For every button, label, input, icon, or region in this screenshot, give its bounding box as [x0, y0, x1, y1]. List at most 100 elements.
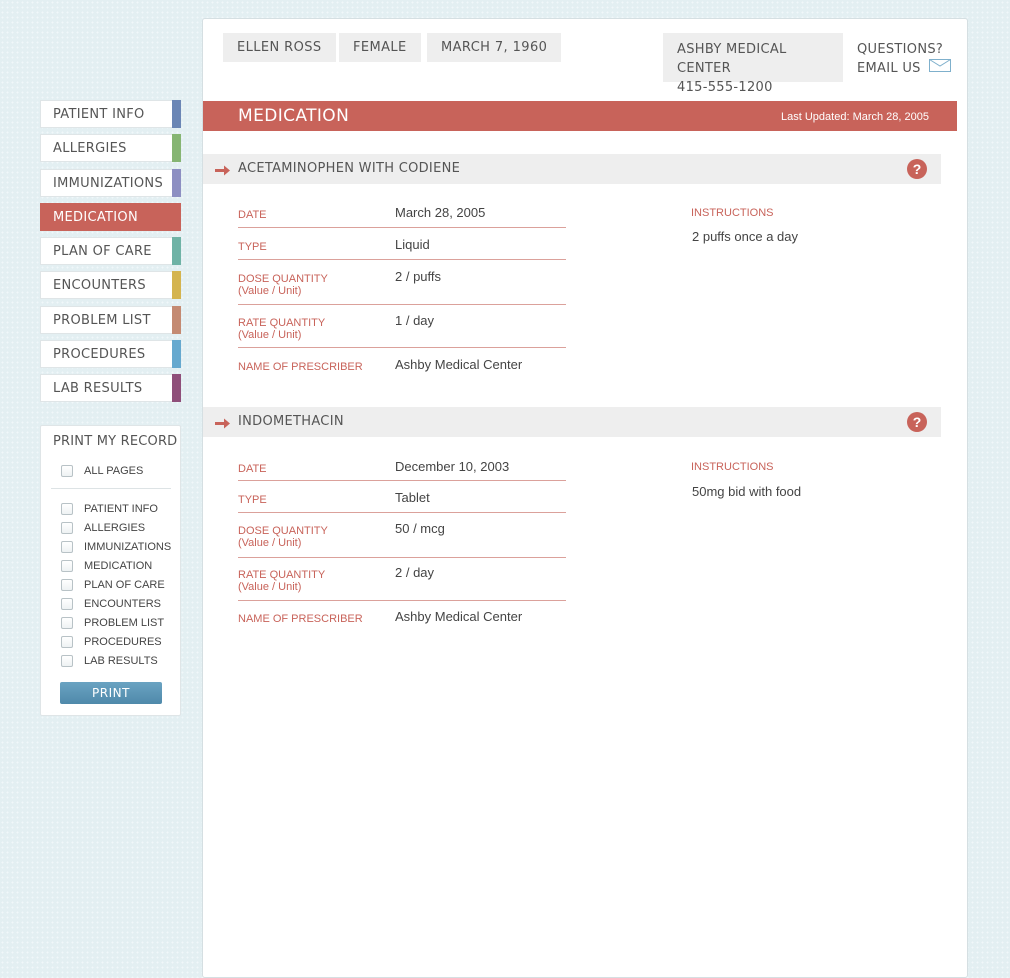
- main-panel: ELLEN ROSS FEMALE MARCH 7, 1960 ASHBY ME…: [202, 18, 968, 978]
- field-value: December 10, 2003: [395, 459, 510, 474]
- instructions-label: INSTRUCTIONS: [691, 461, 774, 473]
- nav-item-label: PROBLEM LIST: [53, 312, 151, 328]
- field-rate-quantity: RATE QUANTITY (Value / Unit) 2 / day: [238, 565, 566, 601]
- field-value: Ashby Medical Center: [395, 609, 523, 624]
- field-rate-quantity: RATE QUANTITY (Value / Unit) 1 / day: [238, 313, 566, 348]
- field-type: TYPE Liquid: [238, 237, 566, 260]
- print-option-label: LAB RESULTS: [84, 655, 158, 667]
- lab-results-checkbox[interactable]: [61, 655, 73, 667]
- nav-item-encounters[interactable]: ENCOUNTERS: [40, 271, 181, 300]
- questions-label: QUESTIONS?: [857, 42, 944, 57]
- nav-item-immunizations[interactable]: IMMUNIZATIONS: [40, 168, 181, 197]
- allergies-checkbox[interactable]: [61, 522, 73, 534]
- nav-item-allergies[interactable]: ALLERGIES: [40, 134, 181, 163]
- field-date: DATE March 28, 2005: [238, 205, 566, 228]
- nav-color-tab: [172, 271, 181, 300]
- medication-name: ACETAMINOPHEN WITH CODIENE: [238, 161, 461, 176]
- nav-item-label: MEDICATION: [53, 209, 138, 225]
- print-record-panel: PRINT MY RECORD ALL PAGES PATIENT INFO A…: [40, 425, 181, 716]
- print-option-label: PLAN OF CARE: [84, 579, 165, 591]
- procedures-checkbox[interactable]: [61, 636, 73, 648]
- nav-item-label: PATIENT INFO: [53, 107, 145, 122]
- nav-color-tab: [172, 340, 181, 369]
- field-label: RATE QUANTITY (Value / Unit): [238, 569, 326, 593]
- field-value: Liquid: [395, 237, 430, 252]
- print-option: PROCEDURES: [61, 635, 162, 649]
- nav-item-problem-list[interactable]: PROBLEM LIST: [40, 305, 181, 334]
- nav-color-tab: [172, 202, 181, 231]
- field-label: TYPE: [238, 241, 267, 253]
- print-option: MEDICATION: [61, 559, 152, 573]
- medication-name: INDOMETHACIN: [238, 414, 344, 429]
- print-option-label: ALLERGIES: [84, 522, 146, 534]
- print-option: PLAN OF CARE: [61, 578, 165, 592]
- field-label: RATE QUANTITY (Value / Unit): [238, 317, 326, 341]
- print-button[interactable]: PRINT: [60, 682, 162, 704]
- instructions-value: 2 puffs once a day: [692, 229, 799, 244]
- problem-list-checkbox[interactable]: [61, 617, 73, 629]
- print-panel-title: PRINT MY RECORD: [53, 434, 178, 449]
- nav-color-tab: [172, 237, 181, 266]
- nav-item-label: ALLERGIES: [53, 141, 127, 157]
- print-option: ALLERGIES: [61, 521, 145, 535]
- email-us-label: EMAIL US: [857, 61, 921, 76]
- patient-dob: MARCH 7, 1960: [427, 33, 562, 62]
- field-prescriber: NAME OF PRESCRIBER Ashby Medical Center: [238, 357, 566, 377]
- field-label: NAME OF PRESCRIBER: [238, 613, 363, 625]
- print-option-label: IMMUNIZATIONS: [84, 541, 172, 553]
- help-icon[interactable]: ?: [907, 412, 927, 432]
- arrow-right-icon: [215, 163, 230, 181]
- field-prescriber: NAME OF PRESCRIBER Ashby Medical Center: [238, 609, 566, 629]
- patient-gender: FEMALE: [339, 33, 421, 62]
- nav-color-tab: [172, 134, 181, 163]
- field-label: DATE: [238, 463, 267, 475]
- nav-item-medication[interactable]: MEDICATION: [40, 202, 181, 231]
- field-label: TYPE: [238, 494, 267, 506]
- medical-center-phone: 415-555-1200: [677, 80, 773, 95]
- instructions-label: INSTRUCTIONS: [691, 207, 774, 219]
- nav-color-tab: [172, 374, 181, 403]
- email-us-link[interactable]: EMAIL US: [857, 59, 951, 78]
- nav-item-lab-results[interactable]: LAB RESULTS: [40, 374, 181, 403]
- nav-item-plan-of-care[interactable]: PLAN OF CARE: [40, 237, 181, 266]
- all-pages-checkbox[interactable]: [61, 465, 73, 477]
- patient-info-checkbox[interactable]: [61, 503, 73, 515]
- medical-center-name: ASHBY MEDICAL CENTER: [677, 42, 787, 76]
- print-option: IMMUNIZATIONS: [61, 540, 171, 554]
- medication-header[interactable]: INDOMETHACIN ?: [203, 407, 941, 437]
- nav-item-patient-info[interactable]: PATIENT INFO: [40, 100, 181, 128]
- field-value: 2 / puffs: [395, 269, 442, 284]
- patient-name: ELLEN ROSS: [223, 33, 336, 62]
- last-updated: Last Updated: March 28, 2005: [781, 111, 929, 123]
- arrow-right-icon: [215, 416, 230, 434]
- field-dose-quantity: DOSE QUANTITY (Value / Unit) 2 / puffs: [238, 269, 566, 305]
- print-option: ENCOUNTERS: [61, 597, 161, 611]
- instructions-value: 50mg bid with food: [692, 484, 802, 499]
- field-type: TYPE Tablet: [238, 490, 566, 513]
- field-label: DOSE QUANTITY (Value / Unit): [238, 273, 328, 297]
- nav-color-tab: [172, 305, 181, 334]
- field-value: 1 / day: [395, 313, 435, 328]
- medication-header[interactable]: ACETAMINOPHEN WITH CODIENE ?: [203, 154, 941, 184]
- plan-of-care-checkbox[interactable]: [61, 579, 73, 591]
- mail-icon: [928, 59, 951, 78]
- nav-item-label: IMMUNIZATIONS: [53, 175, 164, 191]
- nav-color-tab: [172, 168, 181, 197]
- print-option-label: ENCOUNTERS: [84, 598, 162, 610]
- print-option-all-pages: ALL PAGES: [61, 464, 143, 478]
- medication-checkbox[interactable]: [61, 560, 73, 572]
- medical-center-info: ASHBY MEDICAL CENTER 415-555-1200: [663, 33, 843, 95]
- field-value: Tablet: [395, 490, 430, 505]
- field-value: 2 / day: [395, 565, 435, 580]
- field-label: DATE: [238, 209, 267, 221]
- divider: [51, 488, 171, 489]
- encounters-checkbox[interactable]: [61, 598, 73, 610]
- field-value: Ashby Medical Center: [395, 357, 523, 372]
- nav-item-procedures[interactable]: PROCEDURES: [40, 340, 181, 369]
- print-option-label: PATIENT INFO: [84, 503, 158, 515]
- field-value: March 28, 2005: [395, 205, 486, 220]
- help-icon[interactable]: ?: [907, 159, 927, 179]
- print-option: PROBLEM LIST: [61, 616, 164, 630]
- immunizations-checkbox[interactable]: [61, 541, 73, 553]
- questions-block: QUESTIONS? EMAIL US: [857, 40, 951, 78]
